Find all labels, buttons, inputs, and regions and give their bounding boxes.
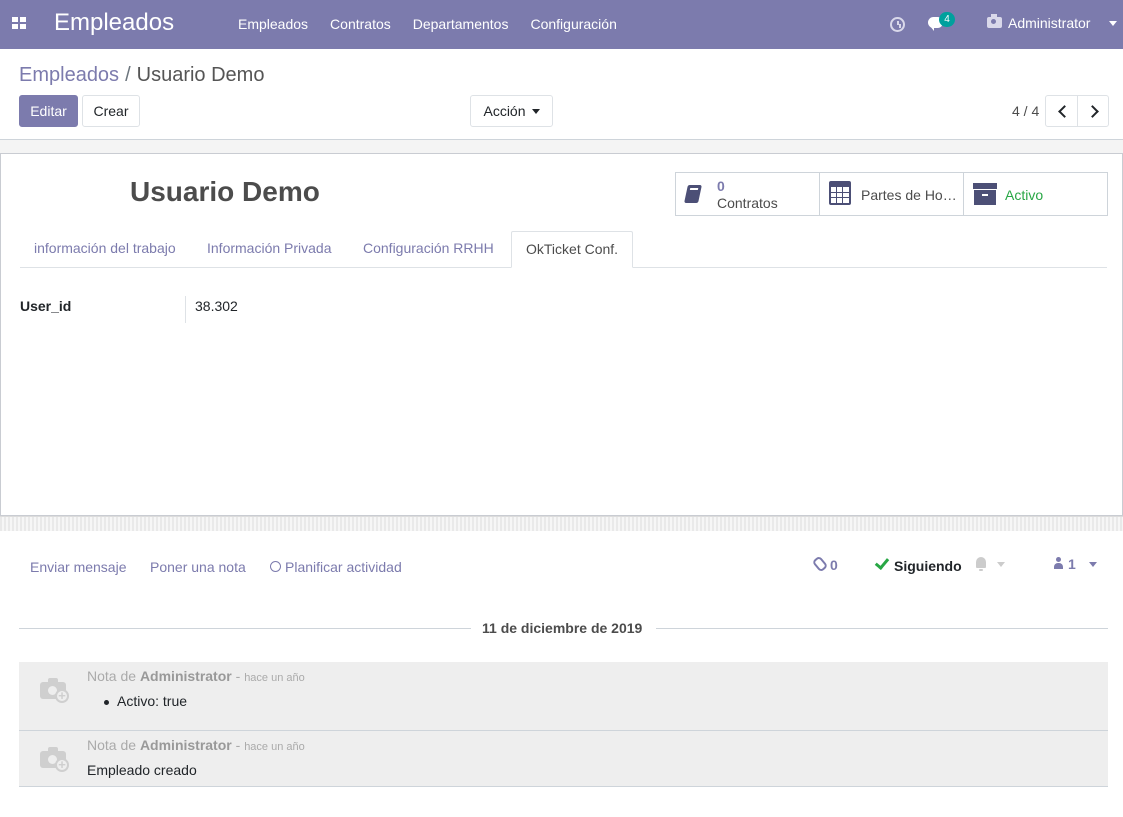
- apps-menu-icon[interactable]: [12, 17, 26, 29]
- menu-item-empleados[interactable]: Empleados: [227, 0, 319, 49]
- breadcrumb-separator: /: [125, 64, 131, 86]
- contracts-label: Contratos: [717, 195, 778, 211]
- pager-next-button[interactable]: [1076, 96, 1109, 126]
- send-message-button[interactable]: Enviar mensaje: [30, 559, 127, 575]
- date-separator: 11 de diciembre de 2019: [482, 620, 643, 636]
- tab-okticket-conf[interactable]: OkTicket Conf.: [511, 231, 634, 268]
- schedule-activity-label: Planificar actividad: [285, 559, 402, 575]
- tab-configuracion-rrhh[interactable]: Configuración RRHH: [349, 231, 508, 267]
- message-body: Empleado creado: [87, 762, 197, 778]
- sheet-bottom-shadow: [0, 516, 1123, 531]
- paperclip-icon: [811, 555, 829, 573]
- app-title[interactable]: Empleados: [54, 9, 174, 37]
- following-button[interactable]: Siguiendo: [874, 554, 962, 574]
- activity-clock-icon[interactable]: [890, 17, 905, 32]
- menu-item-contratos[interactable]: Contratos: [319, 0, 402, 49]
- message-author[interactable]: Administrator: [140, 668, 232, 684]
- form-background: [0, 140, 1123, 153]
- message-prefix: Nota de: [87, 668, 137, 684]
- timesheets-smart-button[interactable]: Partes de Ho…: [820, 173, 964, 215]
- attachments-button[interactable]: 0: [811, 555, 838, 573]
- action-label: Acción: [483, 103, 526, 119]
- create-button[interactable]: Crear: [82, 95, 140, 127]
- pager-value[interactable]: 4 / 4: [1012, 103, 1039, 119]
- book-icon: [684, 185, 702, 203]
- breadcrumb-current: Usuario Demo: [136, 64, 265, 86]
- chevron-left-icon: [1058, 105, 1071, 118]
- menu-item-configuracion[interactable]: Configuración: [519, 0, 627, 49]
- chatter-message: + Nota de Administrator - hace un año Em…: [19, 731, 1108, 787]
- main-menu: Empleados Contratos Departamentos Config…: [227, 0, 628, 49]
- date-divider-right: [656, 628, 1108, 629]
- followers-count[interactable]: 1: [1068, 556, 1076, 572]
- followers-caret-icon[interactable]: [1089, 562, 1097, 567]
- message-header: Nota de Administrator - hace un año: [87, 737, 305, 753]
- timesheets-label: Partes de Ho…: [861, 187, 957, 203]
- caret-down-icon: [531, 109, 540, 114]
- chevron-right-icon: [1085, 105, 1099, 118]
- user-menu-caret-icon[interactable]: [1109, 21, 1117, 26]
- date-divider-left: [19, 628, 471, 629]
- user-menu[interactable]: Administrator: [1008, 15, 1090, 31]
- contracts-smart-button[interactable]: 0 Contratos: [676, 173, 820, 215]
- action-dropdown[interactable]: Acción: [470, 95, 553, 127]
- subscription-caret-icon[interactable]: [997, 562, 1005, 567]
- message-prefix: Nota de: [87, 737, 137, 753]
- author-avatar-icon[interactable]: +: [40, 746, 70, 772]
- message-header: Nota de Administrator - hace un año: [87, 668, 305, 684]
- message-dash: -: [235, 668, 241, 684]
- field-separator: [185, 296, 186, 323]
- schedule-activity-button[interactable]: Planificar actividad: [270, 559, 402, 575]
- log-note-button[interactable]: Poner una nota: [150, 559, 246, 575]
- active-toggle-button[interactable]: Activo: [964, 173, 1107, 215]
- clock-icon: [270, 561, 281, 572]
- form-tabs: información del trabajo Información Priv…: [20, 231, 1107, 268]
- user-avatar-icon[interactable]: [987, 14, 1002, 28]
- chatter-message: + Nota de Administrator - hace un año Ac…: [19, 662, 1108, 731]
- message-tracking-value: Activo: true: [103, 693, 188, 709]
- pager-previous-button[interactable]: [1046, 96, 1077, 126]
- followers-icon[interactable]: [1054, 557, 1063, 569]
- contracts-count: 0: [717, 178, 725, 194]
- menu-item-departamentos[interactable]: Departamentos: [402, 0, 520, 49]
- messages-badge: 4: [939, 12, 955, 27]
- tab-informacion-del-trabajo[interactable]: información del trabajo: [20, 231, 190, 267]
- calendar-icon: [829, 181, 851, 205]
- attachments-count: 0: [830, 557, 838, 573]
- message-dash: -: [235, 737, 241, 753]
- breadcrumb: Empleados / Usuario Demo: [19, 64, 264, 87]
- edit-button[interactable]: Editar: [19, 95, 78, 127]
- employee-name: Usuario Demo: [130, 176, 320, 207]
- smart-button-box: 0 Contratos Partes de Ho… Activo: [675, 172, 1108, 216]
- message-time: hace un año: [244, 741, 305, 753]
- following-label: Siguiendo: [894, 558, 962, 574]
- bell-icon[interactable]: [976, 557, 986, 571]
- check-icon: [874, 554, 890, 571]
- archive-icon: [973, 183, 997, 205]
- author-avatar-icon[interactable]: +: [40, 677, 70, 703]
- message-author[interactable]: Administrator: [140, 737, 232, 753]
- active-label: Activo: [1005, 187, 1044, 203]
- top-navbar: Empleados Empleados Contratos Departamen…: [0, 0, 1123, 49]
- user-id-label: User_id: [20, 298, 72, 314]
- pager-buttons: [1045, 95, 1109, 127]
- breadcrumb-parent[interactable]: Empleados: [19, 64, 119, 86]
- user-id-value: 38.302: [195, 298, 238, 314]
- tab-informacion-privada[interactable]: Información Privada: [193, 231, 346, 267]
- message-time: hace un año: [244, 672, 305, 684]
